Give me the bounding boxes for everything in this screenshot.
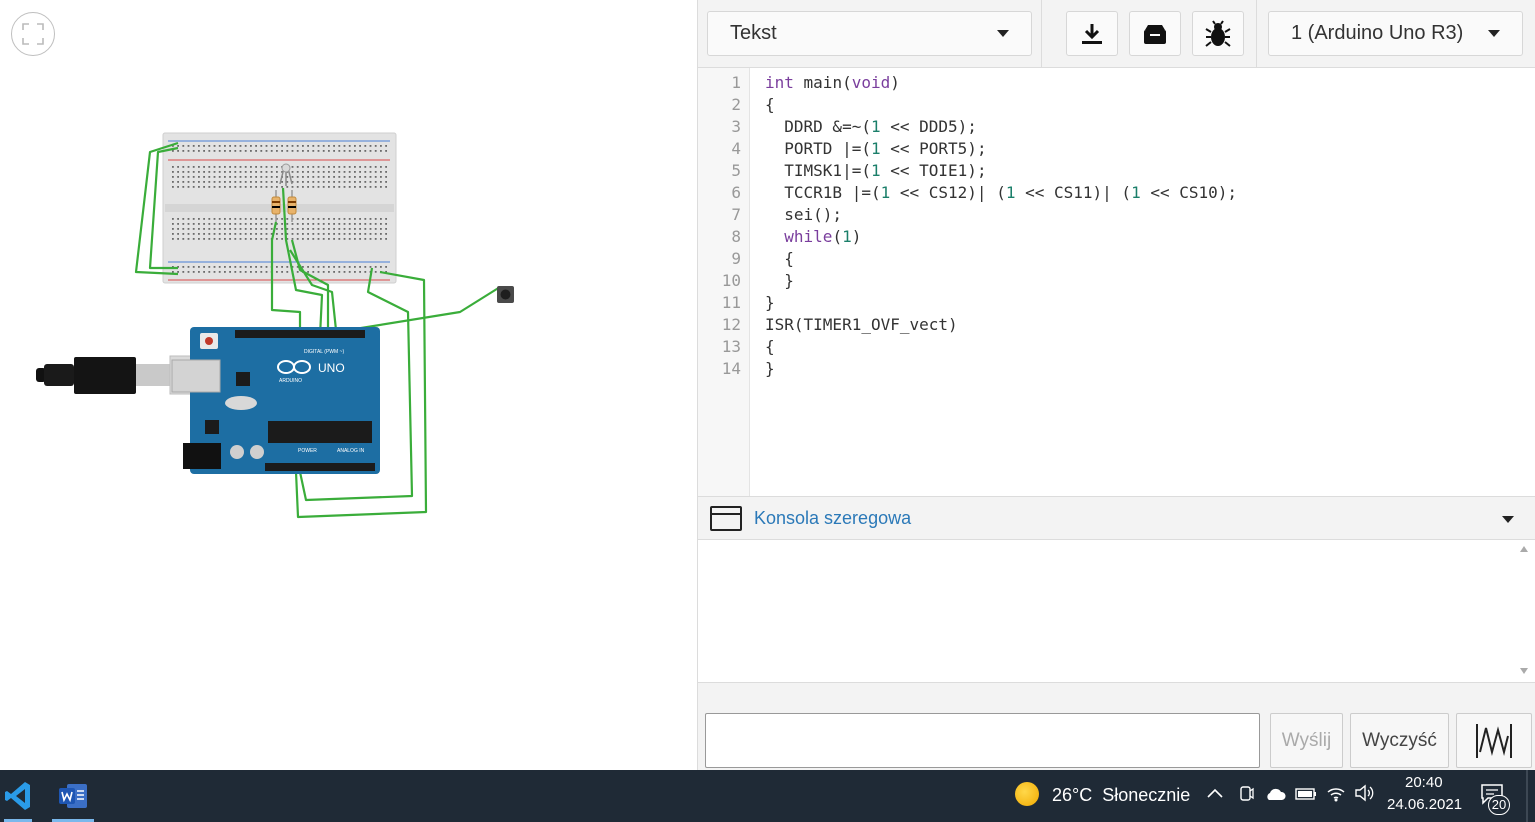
code-panel: Tekst 1 (Arduino Uno R3) 1 2 3 4 5 6 7 8… (697, 0, 1535, 770)
analog-header-label: ANALOG IN (337, 448, 365, 454)
line-number: 8 (731, 227, 741, 246)
code-editor[interactable]: 1 2 3 4 5 6 7 8 9 10 11 12 13 14 int main(void){ DDRD… (698, 68, 1535, 496)
taskbar: 26°C Słonecznie 20:40 24.06.2021 20 (0, 770, 1535, 822)
taskbar-app-vscode[interactable] (0, 770, 36, 822)
speaker-volume-icon[interactable] (1354, 784, 1374, 802)
line-number: 5 (731, 161, 741, 180)
code-line[interactable]: } (765, 293, 775, 312)
onedrive-cloud-icon[interactable] (1264, 786, 1286, 802)
code-line[interactable]: { (765, 337, 775, 356)
line-number: 1 (731, 73, 741, 92)
arduino-uno-board[interactable]: UNO ARDUINO DIGITAL (PWM ~) POWER ANALOG… (171, 327, 380, 474)
code-line[interactable]: DDRD &=~(1 << DDD5); (765, 117, 977, 136)
weather-text[interactable]: 26°C Słonecznie (1052, 785, 1190, 806)
taskbar-app-word[interactable] (48, 770, 98, 822)
board-model-label: UNO (318, 361, 345, 375)
code-line[interactable]: int main(void) (765, 73, 900, 92)
digital-header-label: DIGITAL (PWM ~) (304, 349, 344, 355)
scroll-up-arrow-icon[interactable] (1520, 546, 1528, 552)
chevron-down-icon (1488, 30, 1500, 37)
send-button[interactable]: Wyślij (1270, 713, 1343, 768)
toolbar-divider (1256, 0, 1257, 68)
line-number: 7 (731, 205, 741, 224)
wifi-icon[interactable] (1326, 784, 1346, 802)
push-button[interactable] (497, 286, 514, 303)
chevron-down-icon (997, 30, 1009, 37)
line-number: 10 (721, 271, 741, 290)
power-header-label: POWER (298, 448, 317, 454)
code-line[interactable]: { (765, 95, 775, 114)
word-icon (59, 784, 87, 808)
line-number: 11 (721, 293, 741, 312)
console-window-icon (710, 506, 742, 531)
line-number: 9 (731, 249, 741, 268)
download-button[interactable] (1066, 11, 1118, 56)
code-line[interactable]: } (765, 271, 794, 290)
device-select[interactable]: 1 (Arduino Uno R3) (1268, 11, 1523, 56)
line-number: 12 (721, 315, 741, 334)
code-line[interactable]: TIMSK1|=(1 << TOIE1); (765, 161, 986, 180)
line-number: 4 (731, 139, 741, 158)
serial-console-output (698, 540, 1513, 682)
weather-sun-icon[interactable] (1015, 782, 1039, 806)
line-number: 3 (731, 117, 741, 136)
serial-console-title: Konsola szeregowa (754, 508, 912, 528)
device-select-value: 1 (Arduino Uno R3) (1291, 22, 1464, 44)
code-line[interactable]: PORTD |=(1 << PORT5); (765, 139, 986, 158)
serial-console-input-bar: Wyślij Wyczyść (698, 682, 1535, 770)
plotter-icon (1476, 723, 1512, 758)
code-line[interactable]: { (765, 249, 794, 268)
debugger-button[interactable] (1192, 11, 1244, 56)
editor-mode-select[interactable]: Tekst (707, 11, 1032, 56)
clock-time[interactable]: 20:40 (1405, 774, 1443, 791)
toolbar-divider (1041, 0, 1042, 68)
console-scrollbar[interactable] (1513, 540, 1535, 682)
library-icon (1144, 24, 1166, 44)
code-line[interactable]: while(1) (765, 227, 861, 246)
debug-bug-icon (1205, 19, 1231, 47)
chevron-up-icon[interactable] (1206, 787, 1224, 799)
code-line[interactable]: sei(); (765, 205, 842, 224)
line-number: 14 (721, 359, 741, 378)
notification-count-badge: 20 (1488, 795, 1510, 815)
editor-mode-value: Tekst (730, 22, 777, 44)
board-brand-label: ARDUINO (279, 378, 302, 384)
chevron-down-icon[interactable] (1502, 516, 1514, 523)
libraries-button[interactable] (1129, 11, 1181, 56)
serial-console-header[interactable]: Konsola szeregowa (698, 496, 1535, 540)
serial-input[interactable] (705, 713, 1260, 768)
line-number: 2 (731, 95, 741, 114)
code-line[interactable]: TCCR1B |=(1 << CS12)| (1 << CS11)| (1 <<… (765, 183, 1237, 202)
line-number-gutter: 1 2 3 4 5 6 7 8 9 10 11 12 13 14 (698, 68, 750, 496)
battery-icon[interactable] (1295, 788, 1317, 800)
serial-plotter-button[interactable] (1456, 713, 1532, 768)
code-toolbar: Tekst 1 (Arduino Uno R3) (698, 0, 1535, 68)
show-desktop-button[interactable] (1526, 770, 1528, 822)
code-line[interactable]: ISR(TIMER1_OVF_vect) (765, 315, 958, 334)
download-icon (1082, 23, 1102, 44)
vscode-icon (5, 782, 30, 810)
scroll-down-arrow-icon[interactable] (1520, 668, 1528, 674)
clear-button[interactable]: Wyczyść (1350, 713, 1449, 768)
clock-date[interactable]: 24.06.2021 (1387, 796, 1462, 813)
meet-now-icon[interactable] (1238, 784, 1254, 804)
line-number: 13 (721, 337, 741, 356)
circuit-canvas[interactable]: UNO ARDUINO DIGITAL (PWM ~) POWER ANALOG… (0, 0, 697, 770)
code-line[interactable]: } (765, 359, 775, 378)
line-number: 6 (731, 183, 741, 202)
